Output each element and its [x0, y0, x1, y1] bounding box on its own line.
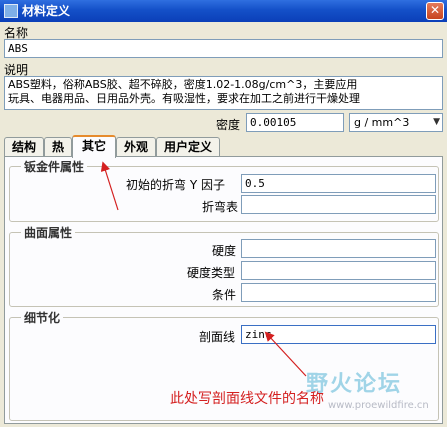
- annotation-text: 此处写剖面线文件的名称: [170, 391, 324, 407]
- tab-miscellaneous[interactable]: 其它: [72, 135, 116, 158]
- watermark-url: www.proewildfire.cn: [328, 400, 429, 411]
- arrow-to-tab: [100, 161, 119, 211]
- watermark-logo: 野火论坛: [306, 372, 403, 397]
- annotation-arrows: [100, 161, 307, 377]
- arrow-to-xhatch-input: [264, 331, 307, 377]
